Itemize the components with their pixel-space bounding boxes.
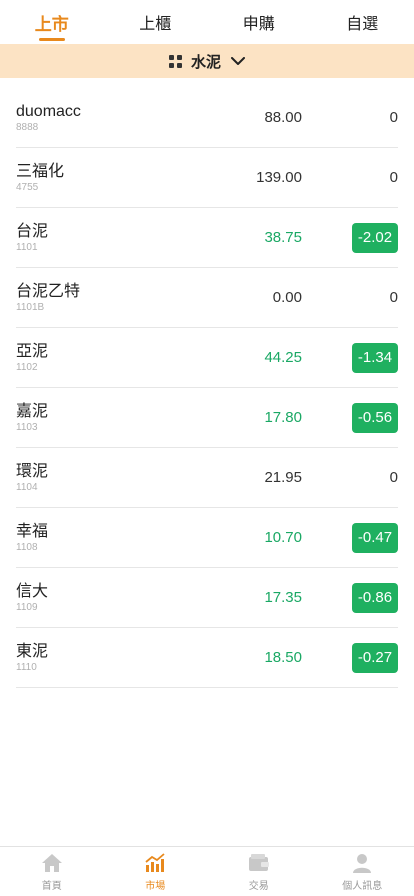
stock-price: 17.80 — [264, 409, 302, 426]
change-cell: -0.86 — [302, 582, 398, 613]
market-screen: 上市 上櫃 申購 自選 水泥 duomacc 8888 88.00 0 三福化 4755 1… — [0, 0, 414, 896]
stock-code: 1102 — [16, 361, 38, 373]
change-badge: -1.34 — [352, 342, 398, 373]
stock-row[interactable]: 台泥乙特 1101B 0.00 0 — [16, 268, 398, 328]
nav-profile[interactable]: 個人訊息 — [311, 847, 414, 896]
change-value: 0 — [389, 469, 398, 486]
stock-identity: 信大 1109 — [16, 582, 192, 614]
stock-row[interactable]: 嘉泥 1103 17.80 -0.56 — [16, 388, 398, 448]
stock-code: 1108 — [16, 541, 38, 553]
stock-row[interactable]: 三福化 4755 139.00 0 — [16, 148, 398, 208]
stock-price: 0.00 — [272, 289, 302, 306]
nav-label: 市場 — [145, 880, 166, 892]
stock-code: 8888 — [16, 121, 39, 133]
stock-price: 88.00 — [264, 109, 302, 126]
tab-label: 申購 — [242, 16, 275, 33]
stock-name: 信大 — [16, 582, 49, 600]
nav-label: 個人訊息 — [342, 880, 383, 892]
stock-price: 44.25 — [264, 349, 302, 366]
tab-listed[interactable]: 上市 — [0, 0, 104, 44]
stock-identity: 幸福 1108 — [16, 522, 192, 554]
category-selector[interactable]: 水泥 — [0, 44, 414, 78]
chevron-down-icon — [231, 56, 245, 66]
stock-identity: duomacc 8888 — [16, 102, 192, 134]
change-cell: 0 — [302, 109, 398, 126]
change-cell: -0.27 — [302, 642, 398, 673]
stock-price: 139.00 — [256, 169, 302, 186]
stock-name: 嘉泥 — [16, 402, 49, 420]
stock-code: 1101B — [16, 301, 45, 313]
stock-name: duomacc — [16, 102, 81, 120]
user-icon — [351, 852, 373, 874]
stock-name: 亞泥 — [16, 342, 49, 360]
bottom-nav: 首頁 市場 交易 個人訊息 — [0, 846, 414, 896]
stock-name: 台泥乙特 — [16, 282, 81, 300]
market-tabs: 上市 上櫃 申購 自選 — [0, 0, 414, 44]
stock-row[interactable]: 幸福 1108 10.70 -0.47 — [16, 508, 398, 568]
market-chart-icon — [144, 852, 166, 874]
stock-identity: 嘉泥 1103 — [16, 402, 192, 434]
stock-name: 環泥 — [16, 462, 49, 480]
stock-row[interactable]: duomacc 8888 88.00 0 — [16, 88, 398, 148]
change-badge: -0.56 — [352, 402, 398, 433]
stock-name: 東泥 — [16, 642, 49, 660]
stock-price: 21.95 — [264, 469, 302, 486]
stock-price: 38.75 — [264, 229, 302, 246]
change-value: 0 — [389, 109, 398, 126]
stock-identity: 台泥 1101 — [16, 222, 192, 254]
stock-identity: 台泥乙特 1101B — [16, 282, 192, 314]
wallet-icon — [248, 852, 270, 874]
change-cell: 0 — [302, 169, 398, 186]
change-cell: -1.34 — [302, 342, 398, 373]
tab-label: 上櫃 — [139, 16, 172, 33]
stock-code: 1110 — [16, 661, 37, 673]
stock-name: 台泥 — [16, 222, 49, 240]
stock-name: 三福化 — [16, 162, 65, 180]
change-cell: -2.02 — [302, 222, 398, 253]
change-cell: -0.56 — [302, 402, 398, 433]
stock-identity: 三福化 4755 — [16, 162, 192, 194]
grid-icon — [168, 54, 182, 68]
nav-label: 交易 — [248, 880, 269, 892]
stock-row[interactable]: 台泥 1101 38.75 -2.02 — [16, 208, 398, 268]
nav-market[interactable]: 市場 — [104, 847, 208, 896]
category-label: 水泥 — [190, 53, 221, 71]
stock-code: 1104 — [16, 481, 38, 493]
nav-home[interactable]: 首頁 — [0, 847, 104, 896]
stock-price: 10.70 — [264, 529, 302, 546]
stock-row[interactable]: 環泥 1104 21.95 0 — [16, 448, 398, 508]
stock-name: 幸福 — [16, 522, 49, 540]
stock-row[interactable]: 亞泥 1102 44.25 -1.34 — [16, 328, 398, 388]
stock-code: 1101 — [16, 241, 38, 253]
change-badge: -2.02 — [352, 222, 398, 253]
stock-identity: 東泥 1110 — [16, 642, 192, 674]
stock-code: 1109 — [16, 601, 38, 613]
change-cell: 0 — [302, 289, 398, 306]
tab-label: 自選 — [346, 16, 379, 33]
change-badge: -0.47 — [352, 522, 398, 553]
tab-otc[interactable]: 上櫃 — [104, 0, 208, 44]
stock-price: 18.50 — [264, 649, 302, 666]
change-cell: -0.47 — [302, 522, 398, 553]
tab-watchlist[interactable]: 自選 — [311, 0, 414, 44]
home-icon — [41, 852, 63, 874]
stock-code: 1103 — [16, 421, 38, 433]
stock-price: 17.35 — [264, 589, 302, 606]
change-badge: -0.27 — [352, 642, 398, 673]
stock-code: 4755 — [16, 181, 39, 193]
change-value: 0 — [389, 289, 398, 306]
active-tab-indicator — [38, 38, 65, 41]
nav-trade[interactable]: 交易 — [207, 847, 311, 896]
change-cell: 0 — [302, 469, 398, 486]
stock-identity: 環泥 1104 — [16, 462, 192, 494]
tab-label: 上市 — [34, 14, 69, 34]
stock-list: duomacc 8888 88.00 0 三福化 4755 139.00 0 台泥 1101 38.… — [16, 88, 398, 688]
change-value: 0 — [389, 169, 398, 186]
change-badge: -0.86 — [352, 582, 398, 613]
stock-row[interactable]: 東泥 1110 18.50 -0.27 — [16, 628, 398, 688]
stock-identity: 亞泥 1102 — [16, 342, 192, 374]
stock-row[interactable]: 信大 1109 17.35 -0.86 — [16, 568, 398, 628]
tab-subscription[interactable]: 申購 — [207, 0, 311, 44]
nav-label: 首頁 — [41, 880, 62, 892]
